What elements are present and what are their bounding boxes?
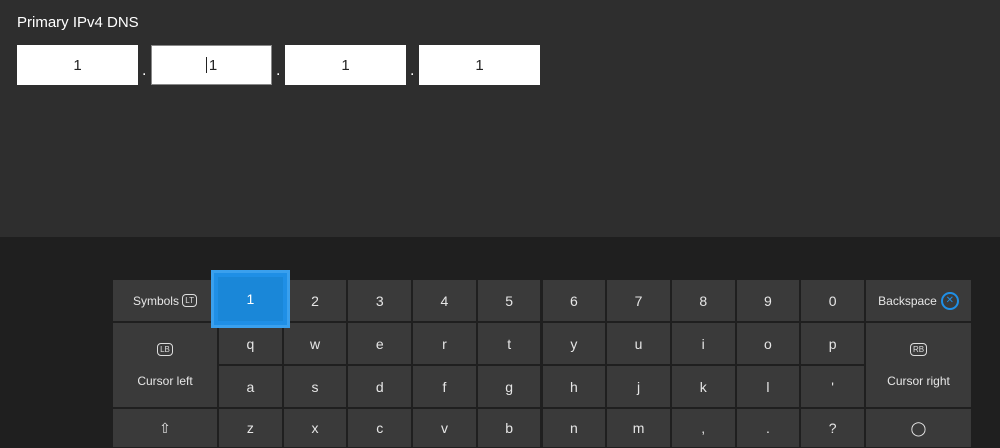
octet-3-value: 1 xyxy=(341,56,350,74)
key-row3-0[interactable]: a xyxy=(218,365,283,408)
key-row3-7[interactable]: k xyxy=(670,365,736,408)
field-label: Primary IPv4 DNS xyxy=(17,14,139,31)
key-row2-1[interactable]: w xyxy=(282,322,348,365)
cursor-left-key[interactable]: LB Cursor left xyxy=(112,322,218,408)
lt-trigger-icon: LT xyxy=(182,294,198,307)
cursor-right-label: Cursor right xyxy=(887,373,950,388)
key-row2-2[interactable]: e xyxy=(347,322,413,365)
x-button-icon: ✕ xyxy=(940,291,959,310)
key-row3-9[interactable]: ' xyxy=(800,365,865,408)
key-row4-8[interactable]: . xyxy=(735,408,801,448)
key-row2-4[interactable]: t xyxy=(476,322,542,365)
key-row3-1[interactable]: s xyxy=(282,365,348,408)
key-row1-6[interactable]: 7 xyxy=(606,279,671,322)
cursor-right-key[interactable]: RB Cursor right xyxy=(865,322,972,408)
octet-3-input[interactable]: 1 xyxy=(285,45,406,85)
rb-bumper-icon: RB xyxy=(909,342,928,356)
key-row4-5[interactable]: n xyxy=(541,408,607,448)
key-row2-0[interactable]: q xyxy=(218,322,283,365)
key-row2-3[interactable]: r xyxy=(412,322,477,365)
accept-circle-icon: ◯ xyxy=(910,419,927,436)
key-row1-2[interactable]: 3 xyxy=(347,279,413,322)
octet-separator: . xyxy=(276,62,281,79)
key-row3-4[interactable]: g xyxy=(476,365,542,408)
key-row4-2[interactable]: c xyxy=(347,408,413,448)
ip-entry-panel: Primary IPv4 DNS 1 . 1 . 1 . 1 xyxy=(0,0,1000,237)
key-row3-5[interactable]: h xyxy=(541,365,607,408)
shift-arrow-icon: ⇧ xyxy=(159,419,171,436)
accept-key[interactable]: ◯ xyxy=(865,408,972,448)
key-row1-8[interactable]: 9 xyxy=(735,279,801,322)
key-row2-8[interactable]: o xyxy=(735,322,801,365)
key-row1-3[interactable]: 4 xyxy=(412,279,477,322)
key-row2-9[interactable]: p xyxy=(800,322,865,365)
key-row4-7[interactable]: , xyxy=(670,408,736,448)
key-row1-5[interactable]: 6 xyxy=(541,279,607,322)
key-row4-1[interactable]: x xyxy=(282,408,348,448)
text-cursor xyxy=(205,57,207,73)
octet-4-value: 1 xyxy=(475,56,484,74)
key-row4-0[interactable]: z xyxy=(218,408,283,448)
shift-key[interactable]: ⇧ xyxy=(112,408,218,448)
key-row4-6[interactable]: m xyxy=(606,408,671,448)
backspace-key[interactable]: Backspace ✕ xyxy=(865,279,972,322)
symbols-label: Symbols xyxy=(132,293,179,308)
octet-separator: . xyxy=(142,62,147,79)
key-row1-4[interactable]: 5 xyxy=(476,279,542,322)
key-row4-4[interactable]: b xyxy=(476,408,542,448)
key-row1-0[interactable]: 1 xyxy=(211,270,290,328)
key-row3-2[interactable]: d xyxy=(347,365,413,408)
symbols-key[interactable]: Symbols LT xyxy=(112,279,218,322)
key-row1-9[interactable]: 0 xyxy=(800,279,865,322)
backspace-label: Backspace xyxy=(878,293,937,308)
lb-bumper-icon: LB xyxy=(157,342,173,356)
on-screen-keyboard: Symbols LT LB Cursor left ⇧ Backspace ✕ … xyxy=(112,270,972,448)
cursor-left-label: Cursor left xyxy=(137,373,193,388)
octet-4-input[interactable]: 1 xyxy=(419,45,540,85)
key-row2-5[interactable]: y xyxy=(541,322,607,365)
octet-1-input[interactable]: 1 xyxy=(17,45,138,85)
key-row1-7[interactable]: 8 xyxy=(670,279,736,322)
key-row3-3[interactable]: f xyxy=(412,365,477,408)
key-row4-9[interactable]: ? xyxy=(800,408,865,448)
octet-separator: . xyxy=(410,62,415,79)
key-row2-6[interactable]: u xyxy=(606,322,671,365)
octet-1-value: 1 xyxy=(73,56,82,74)
octet-2-value: 1 xyxy=(208,56,218,74)
key-row4-3[interactable]: v xyxy=(412,408,477,448)
key-row2-7[interactable]: i xyxy=(670,322,736,365)
key-row3-8[interactable]: l xyxy=(735,365,801,408)
key-row3-6[interactable]: j xyxy=(606,365,671,408)
octet-2-input[interactable]: 1 xyxy=(151,45,272,85)
key-row1-1[interactable]: 2 xyxy=(282,279,348,322)
